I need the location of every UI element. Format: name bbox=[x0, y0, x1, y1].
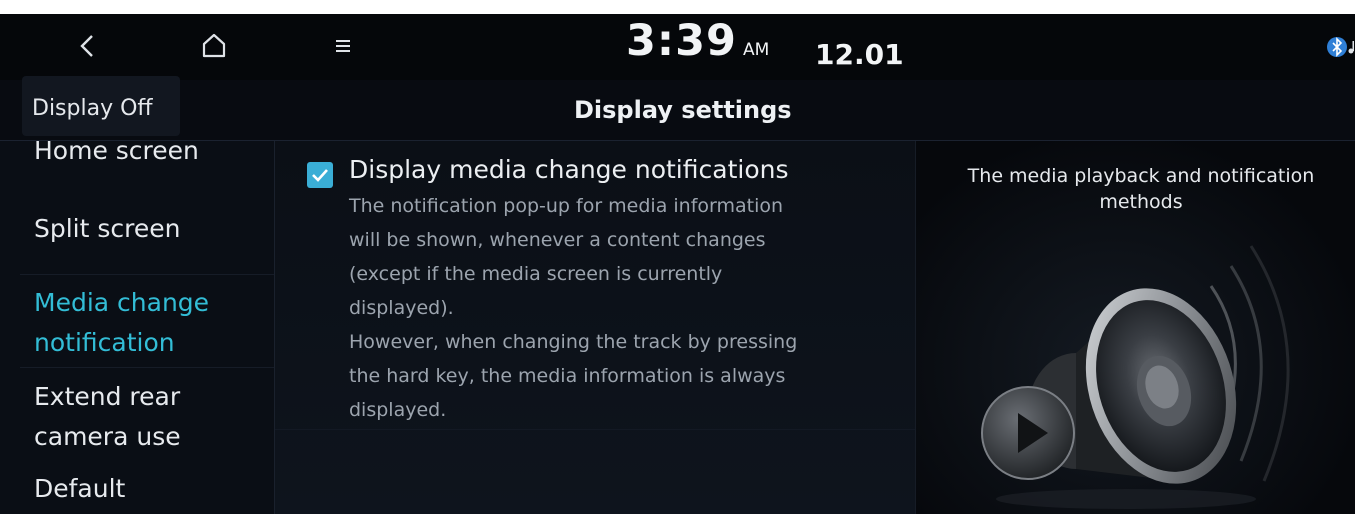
speaker-icon bbox=[956, 211, 1346, 514]
settings-sidebar: Home screen Split screen Media change no… bbox=[0, 141, 274, 514]
description-line: displayed). bbox=[349, 297, 454, 319]
description-line: displayed. bbox=[349, 399, 447, 421]
head-unit-screen: 3:39 AM 12.01 Display Off Display settin… bbox=[0, 14, 1355, 514]
sidebar-item-home-screen[interactable]: Home screen bbox=[0, 141, 274, 171]
preview-caption: The media playback and notification meth… bbox=[936, 163, 1346, 215]
content-divider bbox=[275, 429, 915, 430]
sidebar-divider bbox=[20, 367, 274, 368]
bluetooth-icon bbox=[1326, 35, 1354, 59]
sidebar-item-media-change-notification[interactable]: Media change notification bbox=[0, 278, 274, 366]
sidebar-item-extend-rear-camera[interactable]: Extend rear camera use bbox=[0, 369, 274, 461]
sidebar-item-label: notification bbox=[34, 328, 175, 357]
clock-ampm: AM bbox=[742, 40, 770, 60]
display-off-label: Display Off bbox=[32, 96, 153, 121]
page-title: Display settings bbox=[574, 96, 792, 124]
option-title[interactable]: Display media change notifications bbox=[349, 155, 788, 184]
menu-icon[interactable] bbox=[330, 32, 360, 62]
date-display: 12.01 bbox=[815, 38, 904, 71]
sidebar-item-label: Split screen bbox=[34, 214, 181, 243]
checkmark-icon bbox=[312, 169, 328, 182]
sidebar-item-label: camera use bbox=[34, 422, 181, 451]
sidebar-item-label: Extend rear bbox=[34, 382, 181, 411]
description-line: will be shown, whenever a content change… bbox=[349, 229, 766, 251]
preview-caption-line: The media playback and notification bbox=[967, 165, 1315, 187]
sidebar-divider bbox=[20, 274, 274, 275]
clock: 3:39 AM bbox=[626, 16, 769, 76]
display-off-button[interactable]: Display Off bbox=[22, 76, 180, 136]
option-description: The notification pop-up for media inform… bbox=[349, 189, 909, 427]
description-line: (except if the media screen is currently bbox=[349, 263, 723, 285]
description-line: the hard key, the media information is a… bbox=[349, 365, 786, 387]
clock-time: 3:39 bbox=[626, 16, 737, 66]
sidebar-item-label: Media change bbox=[34, 288, 210, 317]
back-icon[interactable] bbox=[70, 28, 106, 64]
sidebar-item-label: Default bbox=[34, 474, 126, 503]
sidebar-item-default[interactable]: Default bbox=[0, 463, 274, 514]
sidebar-item-split-screen[interactable]: Split screen bbox=[0, 199, 274, 259]
preview-panel: The media playback and notification meth… bbox=[916, 141, 1355, 514]
status-bar: 3:39 AM 12.01 bbox=[0, 14, 1355, 80]
sidebar-item-label: Home screen bbox=[34, 141, 199, 165]
settings-content: Display media change notifications The n… bbox=[275, 141, 915, 514]
description-line: The notification pop-up for media inform… bbox=[349, 195, 784, 217]
description-line: However, when changing the track by pres… bbox=[349, 331, 798, 353]
media-notification-checkbox[interactable] bbox=[307, 162, 333, 188]
home-icon[interactable] bbox=[194, 28, 234, 64]
